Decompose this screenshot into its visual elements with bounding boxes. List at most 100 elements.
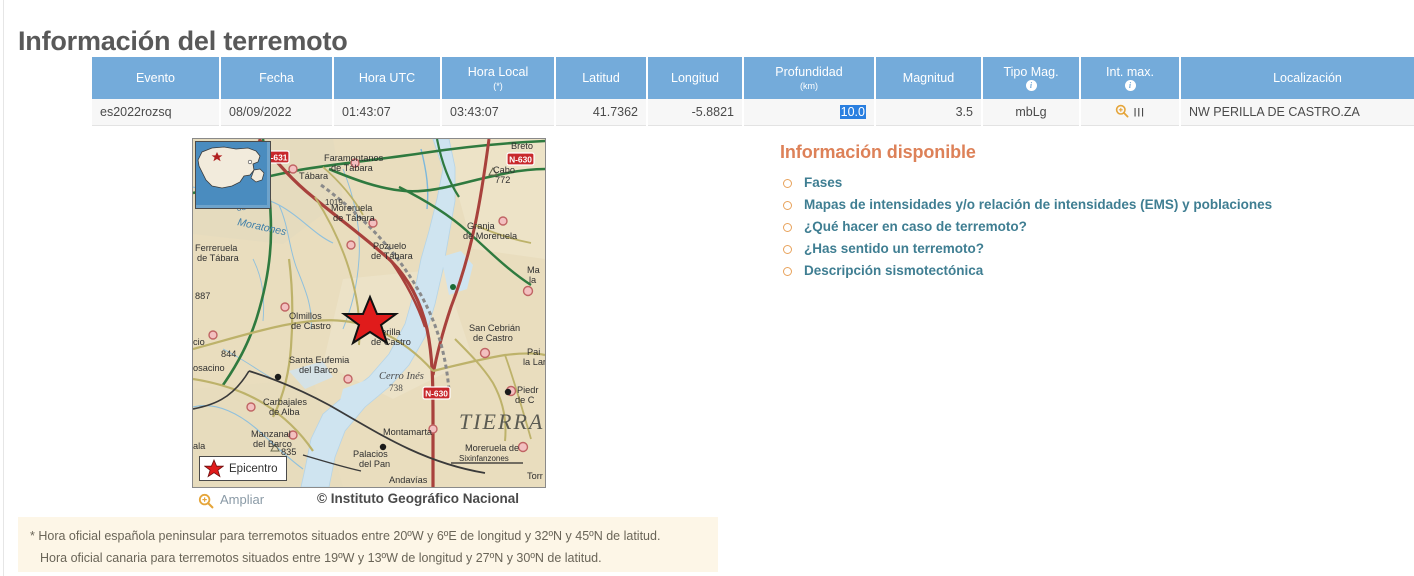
info-link-label: ¿Qué hacer en caso de terremoto? (804, 219, 1027, 235)
svg-text:Torr: Torr (527, 471, 543, 481)
svg-text:Sixinfanzones: Sixinfanzones (459, 454, 509, 463)
info-links-list: Fases Mapas de intensidades y/o relación… (780, 175, 1340, 279)
epicenter-map-container: Faramontanos de Tábara Tábara Breto Cabo… (192, 138, 546, 514)
info-link-label: Mapas de intensidades y/o relación de in… (804, 197, 1273, 213)
bullet-circle-icon (783, 201, 792, 211)
legend-label: Epicentro (229, 462, 278, 475)
col-header-localizacion: Localización (1181, 57, 1414, 99)
info-link-label: Fases (804, 175, 843, 190)
svg-text:Ma: Ma (527, 265, 541, 275)
col-header-hora-utc: Hora UTC (334, 57, 440, 99)
col-header-hora-local: Hora Local (*) (442, 57, 554, 99)
svg-text:Piedr: Piedr (517, 385, 538, 395)
svg-text:la Lar: la Lar (523, 357, 545, 367)
page-left-border (3, 0, 4, 576)
footnote-box: * Hora oficial española peninsular para … (18, 517, 718, 572)
svg-text:Cabo: Cabo (493, 165, 515, 175)
svg-text:cio: cio (193, 337, 205, 347)
col-header-magnitud: Magnitud (876, 57, 981, 99)
svg-text:de Tábara: de Tábara (371, 251, 414, 261)
svg-text:TIERRA: TIERRA (459, 409, 544, 434)
table-header-row: Evento Fecha Hora UTC Hora Local (*) Lat… (92, 57, 1414, 99)
svg-text:de Castro: de Castro (473, 333, 513, 343)
col-header-latitud: Latitud (556, 57, 646, 99)
svg-text:Breto: Breto (511, 141, 533, 151)
info-link-label: ¿Has sentido un terremoto? (804, 241, 985, 257)
svg-text:Tábara: Tábara (299, 171, 329, 181)
bullet-circle-icon (783, 223, 792, 233)
info-link-mapas-intensidades[interactable]: Mapas de intensidades y/o relación de in… (780, 197, 1340, 213)
col-label: Hora Local (467, 65, 529, 80)
svg-text:738: 738 (389, 383, 403, 393)
svg-text:de Alba: de Alba (269, 407, 301, 417)
cell-tipo-mag: mbLg (983, 99, 1079, 126)
selected-depth-value[interactable]: 10.0 (839, 105, 866, 119)
col-sublabel: (km) (800, 80, 818, 91)
page-title: Información del terremoto (18, 26, 348, 57)
cell-longitud: -5.8821 (648, 99, 742, 126)
ampliar-link[interactable]: Ampliar (198, 492, 265, 509)
col-header-fecha: Fecha (221, 57, 332, 99)
svg-text:N-630: N-630 (509, 155, 532, 165)
col-label: Profundidad (775, 65, 843, 80)
svg-text:ala: ala (193, 441, 206, 451)
svg-text:de Castro: de Castro (291, 321, 331, 331)
svg-text:de Tábara: de Tábara (333, 213, 376, 223)
col-label: Int. max. (1106, 64, 1154, 79)
info-circle-icon[interactable]: i (1124, 80, 1136, 92)
info-link-fases[interactable]: Fases (780, 175, 1340, 191)
magnifier-icon[interactable] (1115, 104, 1129, 121)
intensity-value: III (1133, 105, 1145, 119)
available-information-panel: Información disponible Fases Mapas de in… (780, 142, 1340, 285)
svg-text:de C: de C (515, 395, 535, 405)
svg-text:Cerro Inés: Cerro Inés (379, 371, 424, 382)
svg-text:N-630: N-630 (425, 389, 448, 399)
map-caption-row: Ampliar © Instituto Geográfico Nacional (192, 488, 546, 514)
cell-fecha: 08/09/2022 (221, 99, 332, 126)
svg-text:887: 887 (195, 291, 210, 301)
col-label: Evento (136, 70, 175, 85)
svg-text:Faramontanos: Faramontanos (324, 153, 384, 163)
svg-text:la: la (529, 275, 537, 285)
col-label: Hora UTC (358, 70, 416, 85)
svg-text:Granja: Granja (467, 221, 495, 231)
col-label: Longitud (671, 70, 719, 85)
svg-text:Carbajales: Carbajales (263, 397, 307, 407)
cell-evento: es2022rozsq (92, 99, 219, 126)
map-credit: © Instituto Geográfico Nacional (317, 491, 519, 506)
ampliar-label: Ampliar (220, 492, 265, 507)
table-row: es2022rozsq 08/09/2022 01:43:07 03:43:07… (92, 99, 1414, 126)
red-star-icon (204, 459, 224, 478)
svg-text:Pai: Pai (527, 347, 540, 357)
bullet-circle-icon (783, 267, 792, 277)
svg-text:de Castro: de Castro (371, 337, 411, 347)
cell-int-max: III (1081, 99, 1179, 126)
cell-hora-utc: 01:43:07 (334, 99, 440, 126)
svg-text:1019: 1019 (325, 198, 343, 207)
svg-text:osacino: osacino (193, 363, 225, 373)
info-link-que-hacer[interactable]: ¿Qué hacer en caso de terremoto? (780, 219, 1340, 235)
svg-text:Andavías: Andavías (389, 475, 428, 485)
cell-profundidad: 10.0 (744, 99, 874, 126)
info-panel-title: Información disponible (780, 142, 976, 162)
bullet-circle-icon (783, 179, 792, 188)
svg-text:de Tábara: de Tábara (331, 163, 374, 173)
svg-text:Ferreruela: Ferreruela (195, 243, 238, 253)
svg-text:Olmillos: Olmillos (289, 311, 322, 321)
map-legend: Epicentro (199, 456, 287, 481)
bullet-circle-icon (783, 245, 792, 255)
cell-localizacion: NW PERILLA DE CASTRO.ZA (1181, 99, 1414, 126)
svg-text:Montamarta: Montamarta (383, 427, 433, 437)
info-link-descripcion-sismotectonica[interactable]: Descripción sismotectónica (780, 263, 1340, 279)
svg-text:San Cebrián: San Cebrián (469, 323, 520, 333)
footnote-line-2: Hora oficial canaria para terremotos sit… (40, 550, 602, 565)
epicenter-map[interactable]: Faramontanos de Tábara Tábara Breto Cabo… (192, 138, 546, 488)
svg-text:844: 844 (221, 349, 236, 359)
magnifier-icon (198, 493, 214, 512)
info-circle-icon[interactable]: i (1025, 80, 1037, 92)
info-link-has-sentido[interactable]: ¿Has sentido un terremoto? (780, 241, 1340, 257)
cell-magnitud: 3.5 (876, 99, 981, 126)
col-label: Fecha (259, 70, 294, 85)
col-header-longitud: Longitud (648, 57, 742, 99)
cell-hora-local: 03:43:07 (442, 99, 554, 126)
